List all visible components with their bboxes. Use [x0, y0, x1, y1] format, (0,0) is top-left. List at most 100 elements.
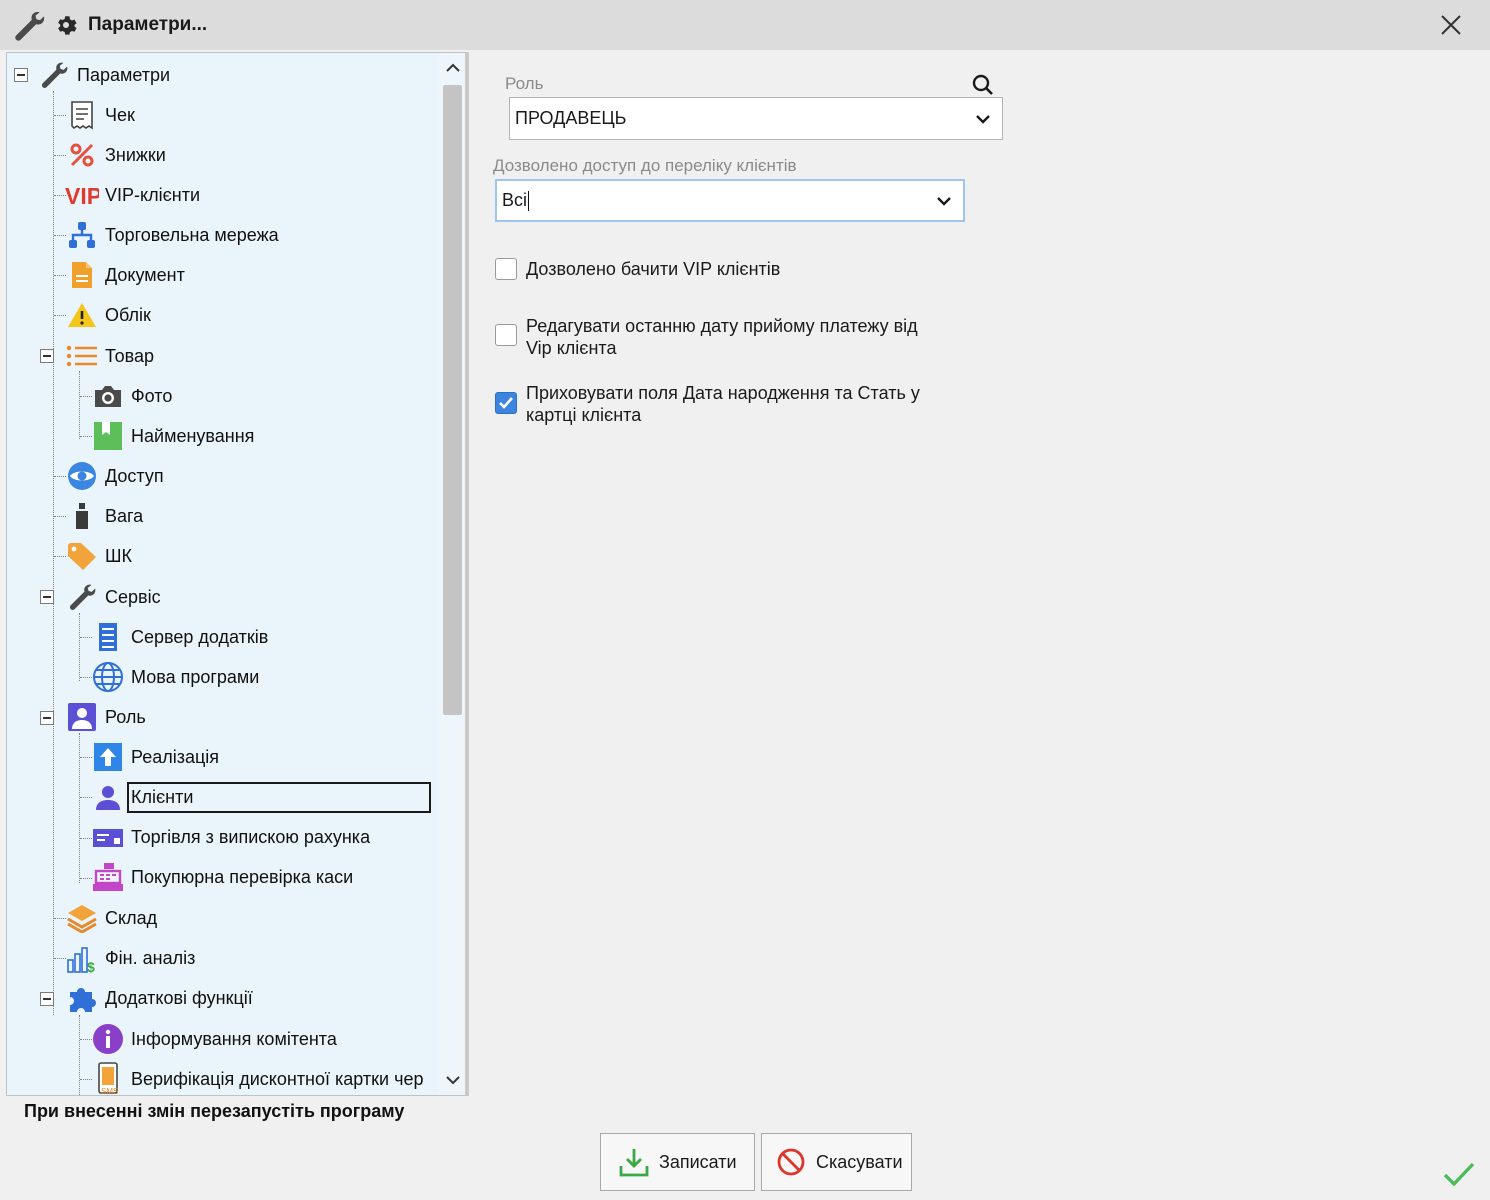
- tree-item-label: Сервіс: [105, 586, 161, 607]
- warning-icon: [65, 299, 99, 331]
- restart-note: При внесенні змін перезапустіть програму: [24, 1101, 405, 1121]
- role-select[interactable]: ПРОДАВЕЦЬ: [509, 97, 1003, 140]
- document-icon: [65, 259, 99, 291]
- tree-item-discounts[interactable]: Знижки: [65, 137, 168, 173]
- window-title: Параметри...: [88, 14, 208, 35]
- checkmark-icon: [499, 397, 513, 409]
- tree-item-photo[interactable]: Фото: [91, 378, 174, 414]
- hide-birthdate-gender-checkbox[interactable]: [495, 392, 517, 414]
- receipt-icon: [65, 99, 99, 131]
- phone-sms-icon: SMS: [91, 1062, 125, 1095]
- chevron-down-icon[interactable]: [974, 113, 992, 125]
- tree-item-label: Склад: [105, 907, 158, 928]
- tree-item-language[interactable]: Мова програми: [91, 659, 261, 695]
- close-icon[interactable]: [1436, 10, 1466, 40]
- camera-icon: [91, 380, 125, 412]
- tree-item-label: Вага: [105, 505, 144, 526]
- save-button-label: Записати: [659, 1151, 737, 1172]
- tree-item-document[interactable]: Документ: [65, 257, 187, 293]
- tree-item-naming[interactable]: Найменування: [91, 418, 256, 454]
- tree-item-consignor[interactable]: Інформування комітента: [91, 1021, 339, 1057]
- edit-payment-date-checkbox[interactable]: [495, 324, 517, 346]
- tree-item-cashcheck[interactable]: Покупюрна перевірка каси: [91, 859, 355, 895]
- tree-item-weight[interactable]: Вага: [65, 498, 145, 534]
- tree-item-label: Товар: [105, 345, 154, 366]
- layers-icon: [65, 902, 99, 934]
- text-cursor: [528, 190, 530, 211]
- show-vip-label: Дозволено бачити VIP клієнтів: [526, 259, 781, 279]
- tree-expander[interactable]: [40, 590, 54, 604]
- tree-expander[interactable]: [40, 992, 54, 1006]
- tree-item-check[interactable]: Чек: [65, 97, 137, 133]
- percent-icon: [65, 139, 99, 171]
- list-icon: [65, 340, 99, 372]
- tree-item-vip[interactable]: VIP VIP-клієнти: [65, 177, 202, 213]
- tree-connector: [79, 371, 80, 439]
- search-icon[interactable]: [970, 72, 996, 98]
- tree-item-goods[interactable]: Товар: [65, 338, 156, 374]
- wrench-icon: [15, 11, 45, 41]
- tree-item-label: VIP-клієнти: [105, 184, 201, 205]
- role-select-value: ПРОДАВЕЦЬ: [515, 108, 627, 128]
- settings-tree[interactable]: Параметри Чек Знижки VIP VIP-клієнти Тор…: [6, 52, 469, 1096]
- chevron-down-icon[interactable]: [444, 1071, 462, 1089]
- wrench-icon: [65, 581, 99, 613]
- tree-expander[interactable]: [40, 349, 54, 363]
- tree-item-verify[interactable]: SMS Верифікація дисконтної картки чер: [91, 1061, 425, 1095]
- cash-register-icon: [91, 861, 125, 893]
- cancel-button-label: Скасувати: [816, 1151, 903, 1172]
- tree-expander[interactable]: [40, 711, 54, 725]
- tree-item-invoice[interactable]: Торгівля з випискою рахунка: [91, 819, 372, 855]
- tree-item-label: Фото: [131, 385, 173, 406]
- tree-item-network[interactable]: Торговельна мережа: [65, 217, 281, 253]
- cancel-button[interactable]: Скасувати: [761, 1133, 912, 1191]
- puzzle-icon: [65, 982, 99, 1014]
- server-icon: [91, 621, 125, 653]
- invoice-icon: [91, 821, 125, 853]
- tree-item-warehouse[interactable]: Склад: [65, 900, 159, 936]
- tree-item-barcode[interactable]: ШК: [65, 538, 134, 574]
- tree-item-label: Знижки: [105, 144, 166, 165]
- tree-item-accounting[interactable]: Облік: [65, 297, 153, 333]
- bottle-icon: [65, 500, 99, 532]
- tree-connector: [53, 91, 54, 1015]
- tree-item-label: Найменування: [131, 425, 255, 446]
- scrollbar-thumb[interactable]: [443, 85, 462, 715]
- tree-item-sales[interactable]: Реалізація: [91, 739, 221, 775]
- tree-item-label: Покупюрна перевірка каси: [131, 866, 354, 887]
- tree-item-label: Торгівля з випискою рахунка: [131, 826, 371, 847]
- chevron-up-icon[interactable]: [444, 59, 462, 77]
- hide-birthdate-gender-label: Приховувати поля Дата народження та Стат…: [526, 383, 920, 425]
- tree-connector: [79, 613, 80, 681]
- tree-expander[interactable]: [14, 68, 28, 82]
- save-button[interactable]: Записати: [600, 1133, 755, 1191]
- tree-item-service[interactable]: Сервіс: [65, 579, 163, 615]
- vip-icon: VIP: [65, 179, 99, 211]
- tree-item-label: Торговельна мережа: [105, 224, 279, 245]
- tree-item-label: Фін. аналіз: [105, 947, 196, 968]
- tree-item-root[interactable]: Параметри: [37, 57, 172, 93]
- tree-item-finance[interactable]: $ Фін. аналіз: [65, 940, 197, 976]
- tree-item-label: Додаткові функції: [105, 987, 253, 1008]
- tree-item-appserver[interactable]: Сервер додатків: [91, 619, 270, 655]
- svg-text:VIP: VIP: [65, 183, 99, 207]
- person-icon: [91, 781, 125, 813]
- clients-access-label: Дозволено доступ до переліку клієнтів: [493, 156, 797, 175]
- eye-icon: [65, 460, 99, 492]
- wrench-icon: [37, 59, 71, 91]
- clients-access-select[interactable]: Всі: [495, 179, 965, 222]
- chevron-down-icon[interactable]: [935, 195, 953, 207]
- tree-item-label: Сервер додатків: [131, 626, 269, 647]
- tree-item-label: Роль: [105, 706, 146, 727]
- role-label: Роль: [505, 74, 544, 93]
- tree-item-clients[interactable]: Клієнти: [91, 779, 431, 815]
- show-vip-checkbox[interactable]: [495, 258, 517, 280]
- tree-item-label: Мова програми: [131, 666, 260, 687]
- tree-connector: [79, 733, 80, 883]
- tree-item-label: ШК: [105, 545, 132, 566]
- tree-item-extra[interactable]: Додаткові функції: [65, 980, 255, 1016]
- tree-item-access[interactable]: Доступ: [65, 458, 166, 494]
- tag-icon: [65, 540, 99, 572]
- tree-item-role[interactable]: Роль: [65, 699, 148, 735]
- tree-scrollbar[interactable]: [439, 53, 465, 1095]
